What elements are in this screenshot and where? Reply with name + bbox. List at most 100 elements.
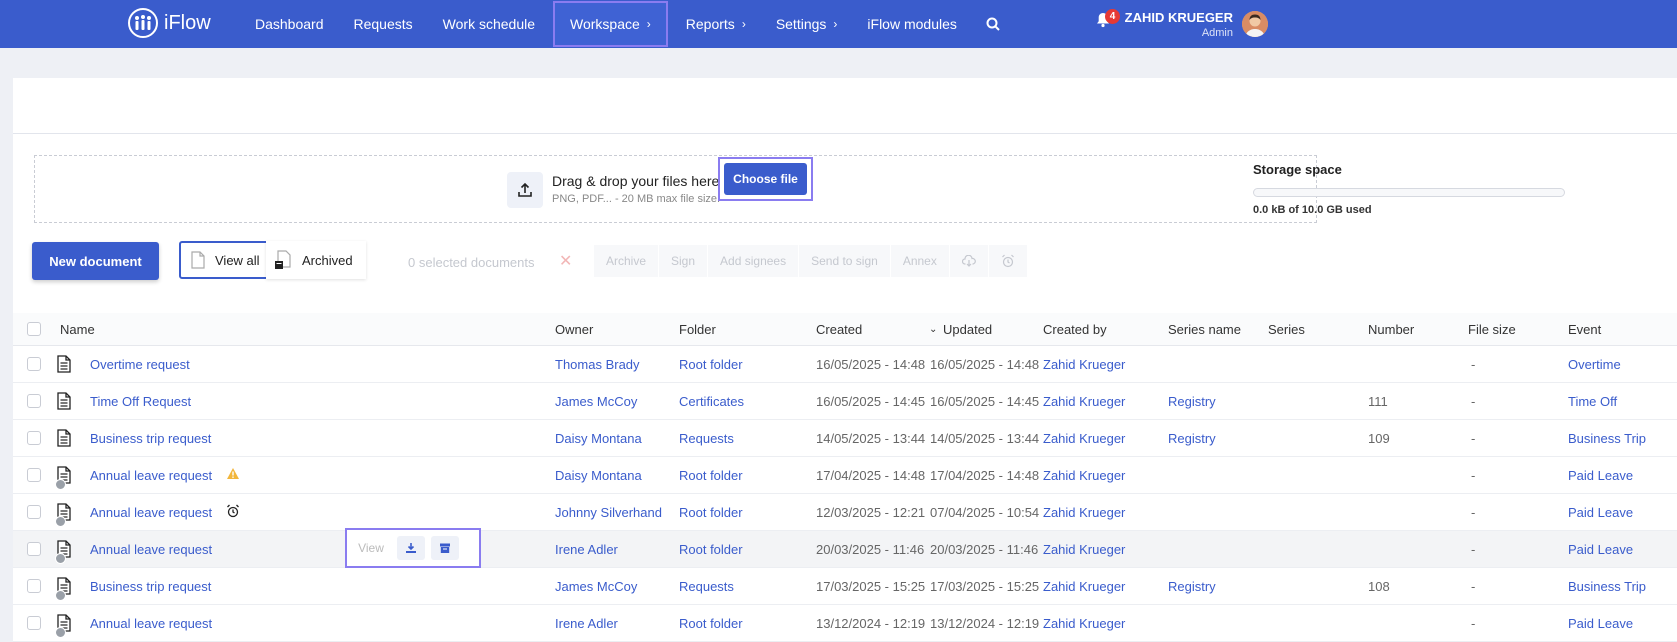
created-by-cell[interactable]: Zahid Krueger — [1043, 468, 1125, 483]
event-cell[interactable]: Paid Leave — [1568, 542, 1633, 557]
column-header-series-name[interactable]: Series name — [1168, 322, 1241, 337]
owner-cell[interactable]: Johnny Silverhand — [555, 505, 662, 520]
document-name-link[interactable]: Overtime request — [90, 357, 190, 372]
folder-cell[interactable]: Root folder — [679, 505, 743, 520]
created-by-cell[interactable]: Zahid Krueger — [1043, 431, 1125, 446]
annex-button[interactable]: Annex — [891, 245, 950, 277]
row-checkbox[interactable] — [27, 542, 41, 556]
archive-button[interactable]: Archive — [594, 245, 660, 277]
search-icon[interactable] — [972, 0, 1014, 48]
created-by-cell[interactable]: Zahid Krueger — [1043, 505, 1125, 520]
nav-iflow-modules[interactable]: iFlow modules — [852, 0, 971, 48]
series-name-cell[interactable]: Registry — [1168, 394, 1216, 409]
event-cell[interactable]: Paid Leave — [1568, 505, 1633, 520]
document-name-link[interactable]: Business trip request — [90, 431, 211, 446]
column-header-number[interactable]: Number — [1368, 322, 1414, 337]
table-row[interactable]: Business trip request Daisy Montana Reques… — [13, 420, 1677, 457]
nav-requests[interactable]: Requests — [339, 0, 428, 48]
column-header-updated[interactable]: Updated — [943, 322, 992, 337]
folder-cell[interactable]: Root folder — [679, 616, 743, 631]
row-checkbox[interactable] — [27, 394, 41, 408]
column-header-created-by[interactable]: Created by — [1043, 322, 1107, 337]
nav-dashboard[interactable]: Dashboard — [240, 0, 339, 48]
row-checkbox[interactable] — [27, 505, 41, 519]
document-name-link[interactable]: Time Off Request — [90, 394, 191, 409]
folder-cell[interactable]: Certificates — [679, 394, 744, 409]
select-all-checkbox[interactable] — [27, 322, 41, 336]
table-row[interactable]: Overtime request Thomas Brady Root folder 1… — [13, 346, 1677, 383]
new-document-button[interactable]: New document — [32, 242, 159, 280]
sort-desc-icon[interactable]: ⌄ — [929, 324, 937, 335]
folder-cell[interactable]: Requests — [679, 579, 734, 594]
archive-icon[interactable] — [431, 536, 459, 560]
column-header-created[interactable]: Created — [816, 322, 862, 337]
event-cell[interactable]: Business Trip — [1568, 431, 1646, 446]
view-button[interactable]: View — [351, 541, 391, 555]
table-row[interactable]: Annual leave request Johnny Silverhand Roo… — [13, 494, 1677, 531]
owner-cell[interactable]: Thomas Brady — [555, 357, 640, 372]
choose-file-button[interactable]: Choose file — [724, 163, 807, 195]
column-header-name[interactable]: Name — [60, 322, 95, 337]
user-menu[interactable]: ZAHID KRUEGER Admin — [1125, 10, 1233, 39]
download-cloud-icon[interactable] — [950, 245, 989, 277]
row-checkbox[interactable] — [27, 579, 41, 593]
table-row[interactable]: Time Off Request James McCoy Certificates 1… — [13, 383, 1677, 420]
owner-cell[interactable]: James McCoy — [555, 579, 637, 594]
tab-view-all[interactable]: View all — [179, 241, 272, 279]
send-to-sign-button[interactable]: Send to sign — [799, 245, 891, 277]
created-by-cell[interactable]: Zahid Krueger — [1043, 616, 1125, 631]
row-checkbox[interactable] — [27, 616, 41, 630]
table-row[interactable]: Annual leave request Irene Adler Root fold… — [13, 605, 1677, 642]
column-header-file-size[interactable]: File size — [1468, 322, 1516, 337]
nav-workspace[interactable]: Workspace › — [553, 1, 668, 47]
row-checkbox[interactable] — [27, 431, 41, 445]
avatar[interactable] — [1242, 11, 1268, 37]
row-checkbox[interactable] — [27, 357, 41, 371]
event-cell[interactable]: Overtime — [1568, 357, 1621, 372]
download-icon[interactable] — [397, 536, 425, 560]
table-row[interactable]: Annual leave request Daisy Montana Root fo… — [13, 457, 1677, 494]
column-header-owner[interactable]: Owner — [555, 322, 593, 337]
created-by-cell[interactable]: Zahid Krueger — [1043, 542, 1125, 557]
document-name-link[interactable]: Annual leave request — [90, 505, 212, 520]
folder-cell[interactable]: Root folder — [679, 468, 743, 483]
document-name-link[interactable]: Annual leave request — [90, 542, 212, 557]
document-name-link[interactable]: Business trip request — [90, 579, 211, 594]
series-name-cell[interactable]: Registry — [1168, 431, 1216, 446]
folder-cell[interactable]: Root folder — [679, 542, 743, 557]
owner-cell[interactable]: Daisy Montana — [555, 431, 642, 446]
folder-cell[interactable]: Requests — [679, 431, 734, 446]
tab-archived[interactable]: Archived — [266, 241, 366, 279]
owner-cell[interactable]: James McCoy — [555, 394, 637, 409]
event-cell[interactable]: Paid Leave — [1568, 616, 1633, 631]
owner-cell[interactable]: Irene Adler — [555, 542, 618, 557]
nav-settings[interactable]: Settings › — [761, 0, 853, 48]
created-by-cell[interactable]: Zahid Krueger — [1043, 394, 1125, 409]
table-row[interactable]: Business trip request James McCoy Requests… — [13, 568, 1677, 605]
sign-button[interactable]: Sign — [659, 245, 709, 277]
nav-label: Dashboard — [255, 16, 324, 32]
column-header-event[interactable]: Event — [1568, 322, 1601, 337]
alarm-clock-icon[interactable] — [989, 245, 1028, 277]
folder-cell[interactable]: Root folder — [679, 357, 743, 372]
created-by-cell[interactable]: Zahid Krueger — [1043, 579, 1125, 594]
event-cell[interactable]: Time Off — [1568, 394, 1617, 409]
event-cell[interactable]: Paid Leave — [1568, 468, 1633, 483]
column-header-series[interactable]: Series — [1268, 322, 1305, 337]
file-dropzone[interactable]: Drag & drop your files here PNG, PDF... … — [34, 155, 1317, 223]
created-by-cell[interactable]: Zahid Krueger — [1043, 357, 1125, 372]
table-row[interactable]: Annual leave request Irene Adler Root fold… — [13, 531, 1677, 568]
column-header-folder[interactable]: Folder — [679, 322, 716, 337]
clear-selection-icon[interactable]: ✕ — [559, 251, 572, 271]
row-checkbox[interactable] — [27, 468, 41, 482]
nav-reports[interactable]: Reports › — [671, 0, 761, 48]
event-cell[interactable]: Business Trip — [1568, 579, 1646, 594]
series-name-cell[interactable]: Registry — [1168, 579, 1216, 594]
document-name-link[interactable]: Annual leave request — [90, 616, 212, 631]
owner-cell[interactable]: Irene Adler — [555, 616, 618, 631]
document-name-link[interactable]: Annual leave request — [90, 468, 212, 483]
add-signees-button[interactable]: Add signees — [708, 245, 800, 277]
owner-cell[interactable]: Daisy Montana — [555, 468, 642, 483]
app-logo[interactable]: iFlow — [128, 8, 211, 38]
nav-work-schedule[interactable]: Work schedule — [428, 0, 550, 48]
